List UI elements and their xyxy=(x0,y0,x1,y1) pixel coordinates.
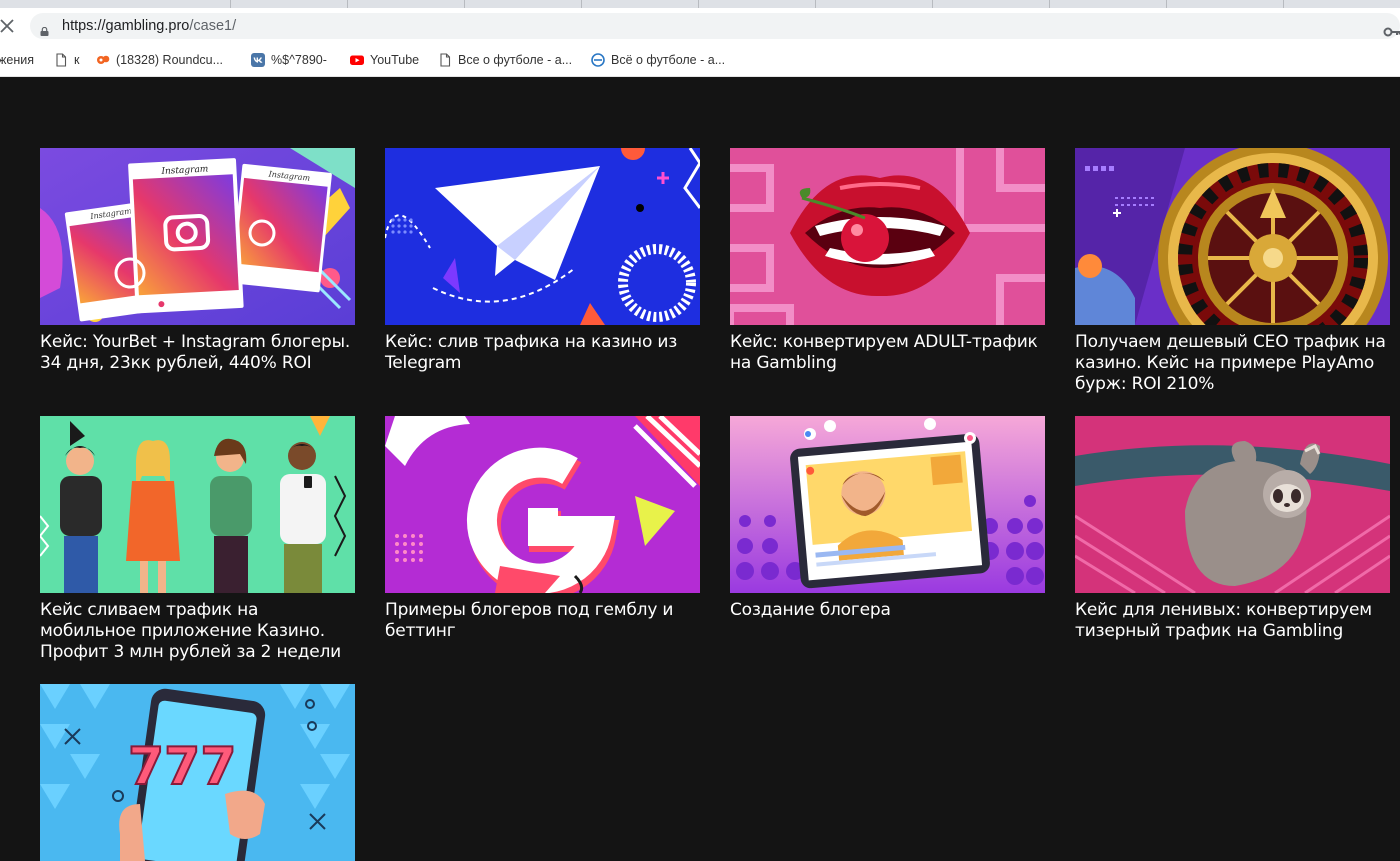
case-card[interactable]: Кейс: слив трафика на казино из Telegram xyxy=(385,148,700,374)
case-card[interactable]: Кейс для ленивых: конвертируем тизерный … xyxy=(1075,416,1390,642)
thumb-label: 777 xyxy=(128,737,237,797)
bookmark-label: (18328) Roundcu... xyxy=(116,53,224,67)
case-title[interactable]: Примеры блогеров под гемблу и беттинг xyxy=(385,600,700,642)
bookmark-label: Всё о футболе - а... xyxy=(611,53,726,67)
bookmark-label: YouTube xyxy=(370,53,420,67)
case-title[interactable]: Кейс для ленивых: конвертируем тизерный … xyxy=(1075,600,1390,642)
page-icon xyxy=(440,53,451,67)
sloth-image[interactable] xyxy=(1075,416,1390,593)
case-grid: Instagram Instagram Instagram Кейс: Your… xyxy=(0,77,1400,861)
address-bar-row: https://gambling.pro/case1/ xyxy=(0,8,1400,44)
case-card[interactable]: 777 xyxy=(40,684,355,861)
case-title[interactable]: Кейс: YourBet + Instagram блогеры. 34 дн… xyxy=(40,332,355,374)
bookmark-item[interactable]: Все о футболе - а... xyxy=(438,51,572,69)
slot-777-phone-image[interactable]: 777 xyxy=(40,684,355,861)
bookmark-label: к xyxy=(74,53,80,67)
telegram-image[interactable] xyxy=(385,148,700,325)
browser-tab-strip xyxy=(0,0,1400,8)
vk-icon xyxy=(251,53,265,67)
case-card[interactable]: Создание блогера xyxy=(730,416,1045,621)
close-icon[interactable] xyxy=(0,17,16,35)
roundcube-icon xyxy=(97,55,110,64)
case-card[interactable]: Получаем дешевый CEO трафик на казино. К… xyxy=(1075,148,1390,395)
page-icon xyxy=(56,53,67,67)
g-logo-image[interactable] xyxy=(385,416,700,593)
case-card[interactable]: Кейс сливаем трафик на мобильное приложе… xyxy=(40,416,355,663)
key-icon[interactable] xyxy=(1383,25,1400,39)
youtube-icon xyxy=(350,55,364,65)
bookmark-item[interactable]: %$^7890- xyxy=(251,51,327,69)
bookmark-item[interactable]: YouTube xyxy=(350,51,419,69)
instagram-image[interactable]: Instagram Instagram Instagram xyxy=(40,148,355,325)
bookmark-label: %$^7890- xyxy=(271,53,327,67)
people-phones-image[interactable] xyxy=(40,416,355,593)
url-text[interactable]: https://gambling.pro/case1/ xyxy=(62,18,236,34)
case-card[interactable]: Instagram Instagram Instagram Кейс: Your… xyxy=(40,148,355,374)
case-title[interactable]: Кейс: конвертируем ADULT-трафик на Gambl… xyxy=(730,332,1045,374)
lips-cherry-image[interactable] xyxy=(730,148,1045,325)
bookmark-item[interactable]: Всё о футболе - а... xyxy=(591,51,725,69)
bookmark-label: Все о футболе - а... xyxy=(458,53,573,67)
globe-icon xyxy=(591,53,605,67)
bookmark-item[interactable]: к xyxy=(54,51,79,69)
bookmark-label: жения xyxy=(0,53,34,67)
lock-icon[interactable] xyxy=(40,27,49,36)
case-title[interactable]: Кейс сливаем трафик на мобильное приложе… xyxy=(40,600,355,663)
case-title[interactable]: Получаем дешевый CEO трафик на казино. К… xyxy=(1075,332,1390,395)
case-card[interactable]: Примеры блогеров под гемблу и беттинг xyxy=(385,416,700,642)
bookmark-item[interactable]: жения xyxy=(0,51,34,69)
case-card[interactable]: Кейс: конвертируем ADULT-трафик на Gambl… xyxy=(730,148,1045,374)
case-title[interactable]: Создание блогера xyxy=(730,600,1045,621)
blogger-tablet-image[interactable] xyxy=(730,416,1045,593)
bookmark-item[interactable]: (18328) Roundcu... xyxy=(96,51,223,69)
roulette-image[interactable] xyxy=(1075,148,1390,325)
bookmarks-bar: жения к (18328) Roundcu... %$^7890- YouT… xyxy=(0,44,1400,77)
case-title[interactable]: Кейс: слив трафика на казино из Telegram xyxy=(385,332,700,374)
